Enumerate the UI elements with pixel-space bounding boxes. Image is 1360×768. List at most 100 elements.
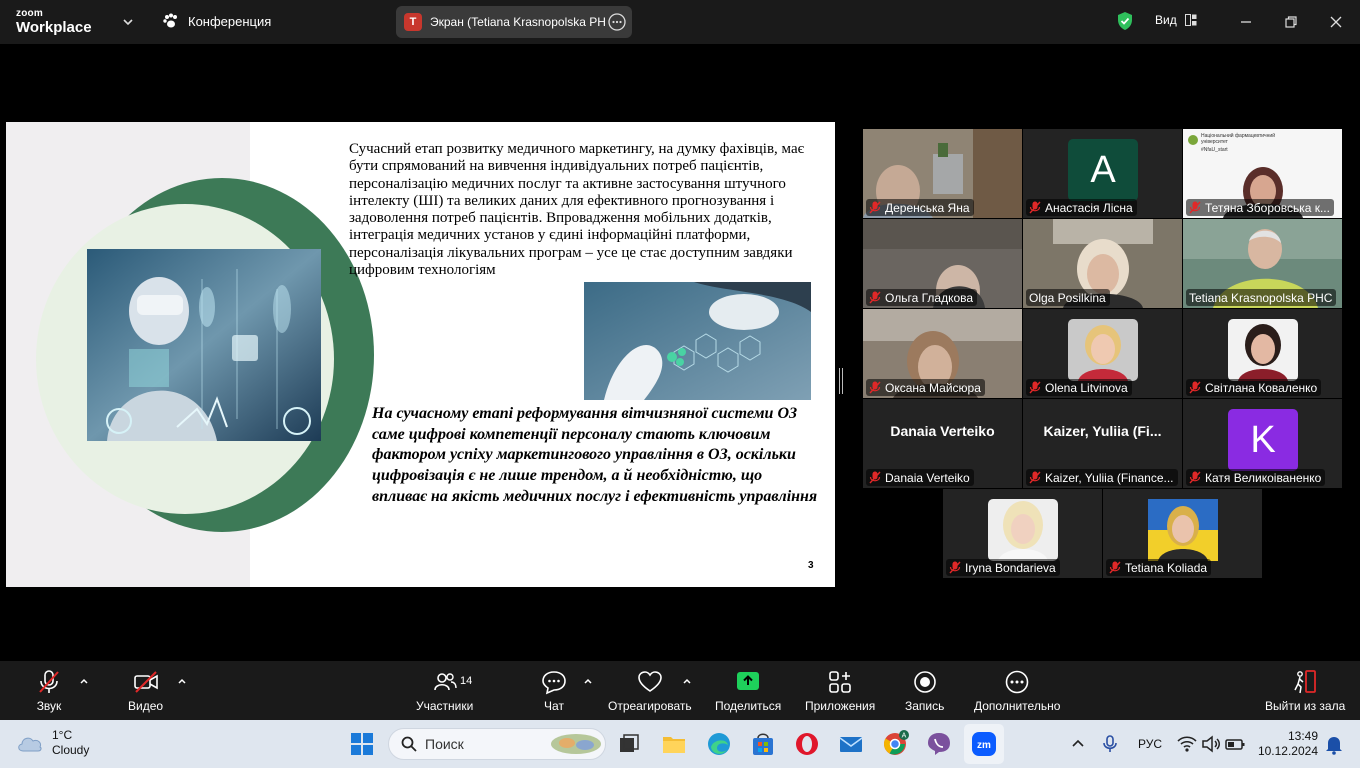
share-screen-button[interactable]: Поделиться (715, 669, 781, 713)
react-options-caret-icon[interactable] (681, 675, 693, 687)
split-view-handle[interactable] (839, 368, 843, 394)
minimize-icon[interactable] (1236, 12, 1256, 32)
video-options-caret-icon[interactable] (176, 675, 188, 687)
task-view-icon[interactable] (615, 730, 643, 758)
banner-tag: #NfaU_start (1201, 147, 1228, 153)
notification-bell-icon[interactable] (1322, 732, 1346, 756)
participant-name-bar: Olga Posilkina (1026, 289, 1110, 306)
participant-name-bar: Tetiana Krasnopolska PHC (1186, 289, 1337, 306)
participant-tile[interactable]: Danaia Verteiko Danaia Verteiko (863, 399, 1022, 488)
audio-button[interactable]: Звук (36, 669, 62, 713)
encryption-shield-icon[interactable] (1116, 11, 1134, 31)
audio-options-caret-icon[interactable] (78, 675, 90, 687)
participant-tile[interactable]: Tetiana Koliada (1103, 489, 1262, 578)
mic-muted-icon (949, 561, 961, 574)
participant-tile[interactable]: A Анастасія Лісна (1023, 129, 1182, 218)
participant-name-bar: Kaizer, Yuliia (Finance... (1026, 469, 1178, 486)
conference-info-button[interactable]: Конференция (162, 13, 271, 29)
paw-icon (163, 13, 177, 28)
chat-options-caret-icon[interactable] (582, 675, 594, 687)
react-button[interactable]: Отреагировать (608, 669, 692, 713)
microphone-tray-icon[interactable] (1098, 732, 1122, 756)
participant-tile[interactable]: Світлана Коваленко (1183, 309, 1342, 398)
cloud-icon (18, 737, 42, 752)
participant-tile[interactable]: Olga Posilkina (1023, 219, 1182, 308)
system-clock[interactable]: 13:49 10.12.2024 (1256, 729, 1318, 759)
participant-tile[interactable]: Деренська Яна (863, 129, 1022, 218)
chrome-browser-icon[interactable]: A (881, 730, 909, 758)
mic-muted-icon (869, 291, 881, 304)
participant-tile[interactable]: Olena Litvinova (1023, 309, 1182, 398)
chevron-down-icon[interactable] (120, 14, 136, 30)
record-button[interactable]: Запись (905, 669, 944, 713)
participant-name: Iryna Bondarieva (965, 560, 1056, 575)
mail-icon[interactable] (837, 730, 865, 758)
edge-browser-icon[interactable] (705, 730, 733, 758)
apps-icon (829, 671, 851, 693)
participant-tile-active-speaker[interactable]: Tetiana Krasnopolska PHC (1183, 219, 1342, 308)
participant-name-bar: Ольга Гладкова (866, 289, 978, 306)
university-banner: Національний фармацевтичний університет … (1201, 133, 1275, 153)
participant-tile[interactable]: Національний фармацевтичний університет … (1183, 129, 1342, 218)
participant-name: Olga Posilkina (1029, 290, 1106, 305)
conference-label: Конференция (188, 13, 272, 29)
volume-icon[interactable] (1199, 732, 1223, 756)
taskbar-search[interactable]: Поиск (388, 728, 606, 760)
more-options-icon[interactable] (608, 13, 626, 31)
mic-muted-icon (869, 471, 881, 484)
participant-name: Катя Великоіваненко (1205, 470, 1322, 485)
screen-share-indicator[interactable]: T Экран (Tetiana Krasnopolska PHC (396, 6, 632, 38)
participant-name: Tetiana Krasnopolska PHC (1189, 290, 1333, 305)
participant-tile[interactable]: Ольга Гладкова (863, 219, 1022, 308)
search-placeholder: Поиск (425, 736, 464, 752)
participant-display-name: Danaia Verteiko (890, 423, 995, 439)
participant-tile[interactable]: Kaizer, Yuliia (Fi... Kaizer, Yuliia (Fi… (1023, 399, 1182, 488)
chat-button[interactable]: Чат (541, 669, 567, 713)
more-label: Дополнительно (974, 699, 1061, 713)
mic-muted-icon (869, 201, 881, 214)
camera-off-icon (133, 671, 158, 693)
mic-muted-icon (869, 381, 881, 394)
heart-icon (638, 671, 662, 692)
video-label: Видео (128, 699, 164, 713)
zoom-app-icon[interactable]: zm (970, 730, 998, 758)
mic-muted-icon (1029, 201, 1041, 214)
slide-bold-statement: На сучасному етапі реформування вітчизня… (372, 405, 818, 505)
participant-tile[interactable]: Iryna Bondarieva (943, 489, 1102, 578)
participant-photo (1068, 319, 1138, 381)
more-button[interactable]: Дополнительно (974, 669, 1060, 713)
participant-name: Olena Litvinova (1045, 380, 1128, 395)
participant-name: Світлана Коваленко (1205, 380, 1318, 395)
windows-start-icon[interactable] (348, 730, 376, 758)
leave-label: Выйти из зала (1265, 699, 1346, 713)
participant-name-bar: Iryna Bondarieva (946, 559, 1060, 576)
video-button[interactable]: Видео (128, 669, 163, 713)
viber-icon[interactable] (925, 730, 953, 758)
microsoft-store-icon[interactable] (749, 730, 777, 758)
opera-browser-icon[interactable] (793, 730, 821, 758)
restore-icon[interactable] (1281, 12, 1301, 32)
participant-tile[interactable]: Оксана Майсюра (863, 309, 1022, 398)
view-button[interactable]: Вид (1155, 13, 1197, 27)
participant-name-bar: Анастасія Лісна (1026, 199, 1137, 216)
apps-button[interactable]: Приложения (805, 669, 875, 713)
battery-icon[interactable] (1223, 732, 1247, 756)
weather-widget[interactable]: 1°C Cloudy (16, 728, 89, 758)
participants-count: 14 (460, 675, 473, 687)
file-explorer-icon[interactable] (660, 730, 688, 758)
leave-meeting-button[interactable]: Выйти из зала (1265, 669, 1345, 713)
wifi-icon[interactable] (1175, 732, 1199, 756)
participant-name-bar: Tetiana Koliada (1106, 559, 1212, 576)
more-icon (1005, 670, 1029, 694)
participant-tile[interactable]: K Катя Великоіваненко (1183, 399, 1342, 488)
participant-name: Danaia Verteiko (885, 470, 970, 485)
tray-overflow-icon[interactable] (1066, 732, 1090, 756)
record-label: Запись (905, 699, 945, 713)
close-icon[interactable] (1326, 12, 1346, 32)
mic-muted-icon (1189, 381, 1201, 394)
search-highlight-icon (551, 734, 601, 754)
chat-label: Чат (544, 699, 564, 713)
participant-name-bar: Olena Litvinova (1026, 379, 1132, 396)
meeting-top-bar: zoom Workplace Конференция T Экран (Teti… (0, 0, 1360, 44)
input-language[interactable]: РУС (1138, 737, 1162, 751)
